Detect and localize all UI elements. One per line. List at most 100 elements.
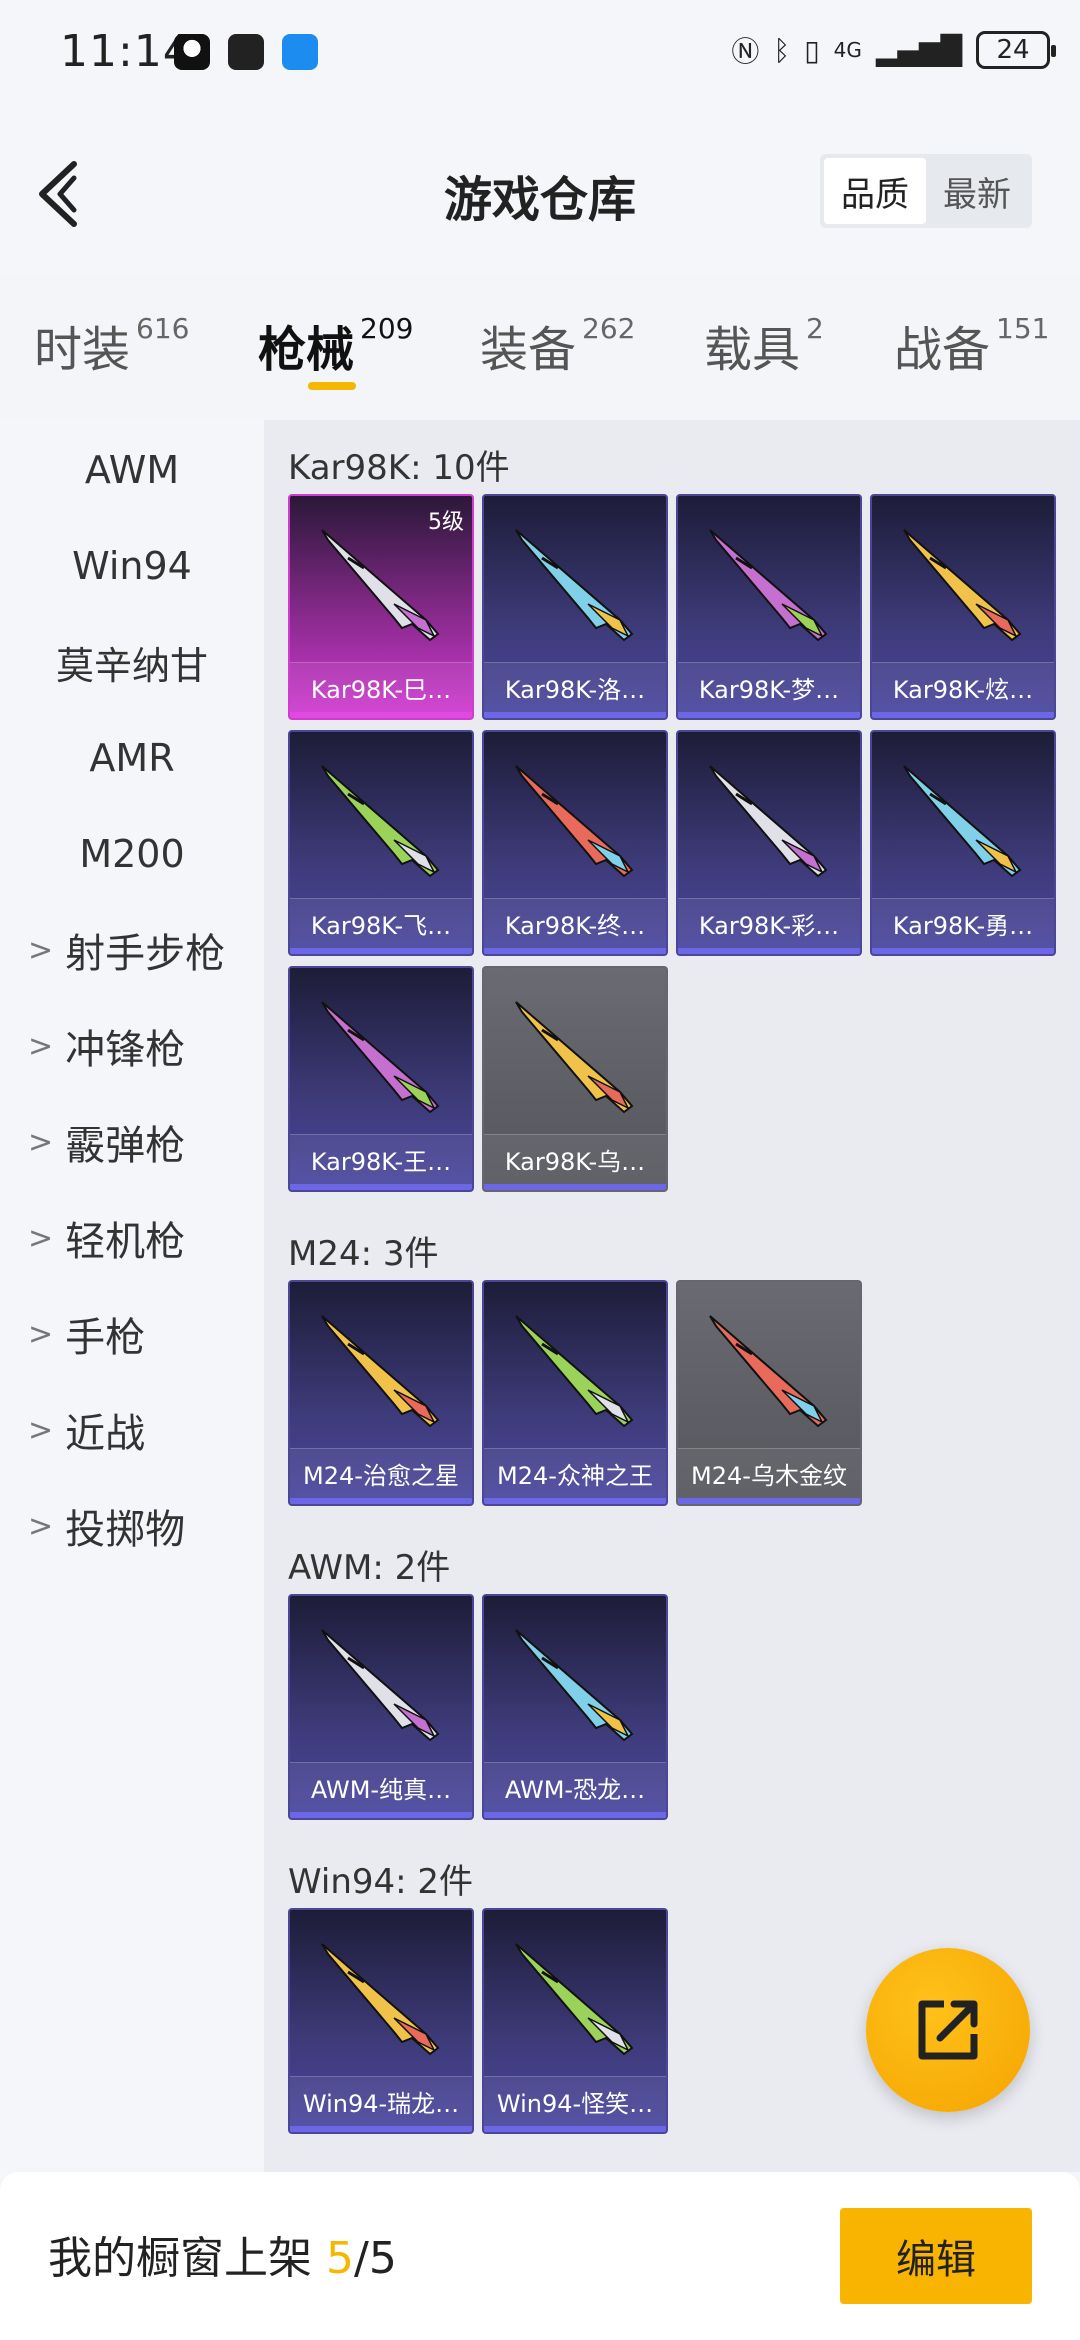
- weapon-name: M24-治愈之星: [290, 1448, 472, 1498]
- sidebar-group-dmr[interactable]: > 射手步枪: [0, 900, 264, 1000]
- weapon-card[interactable]: M24-治愈之星: [288, 1280, 474, 1506]
- header: 游戏仓库 品质 最新: [0, 104, 1080, 274]
- section-title: AWM: 2件: [288, 1548, 451, 1588]
- weapon-card[interactable]: Kar98K-终…: [482, 730, 668, 956]
- showcase-panel: 我的橱窗上架 5/5 编辑: [0, 2172, 1080, 2340]
- rifle-icon: [903, 765, 1022, 878]
- rarity-bar: [484, 2126, 666, 2132]
- sidebar-item-mosin-nagant[interactable]: 莫辛纳甘: [0, 612, 264, 712]
- chevron-right-icon: >: [28, 932, 54, 968]
- weapon-card[interactable]: 5级 Kar98K-巳…: [288, 494, 474, 720]
- showcase-text: 我的橱窗上架: [48, 2233, 312, 2284]
- tab-label: 载具: [704, 322, 801, 378]
- message-notification-icon: [282, 34, 318, 70]
- rifle-icon: [709, 1315, 828, 1428]
- share-icon: [918, 2000, 978, 2060]
- tab-vehicles[interactable]: 载具 2: [704, 310, 824, 380]
- vibrate-icon: ▯: [804, 33, 820, 67]
- share-button[interactable]: [866, 1948, 1030, 2112]
- tab-label: 时装: [34, 322, 131, 378]
- weapon-card[interactable]: Kar98K-王…: [288, 966, 474, 1192]
- rarity-bar: [290, 1498, 472, 1504]
- showcase-total: /5: [354, 2233, 397, 2284]
- rifle-icon: [515, 529, 634, 642]
- tab-fashion[interactable]: 时装 616: [34, 310, 189, 380]
- rifle-icon: [515, 1315, 634, 1428]
- sidebar-group-pistol[interactable]: > 手枪: [0, 1284, 264, 1384]
- weapon-card[interactable]: Win94-怪笑…: [482, 1908, 668, 2134]
- bluetooth-icon: ᛒ: [773, 33, 791, 67]
- tab-firearms[interactable]: 枪械 209: [258, 310, 413, 380]
- weapon-card[interactable]: Kar98K-炫…: [870, 494, 1056, 720]
- weapon-name: AWM-纯真…: [290, 1762, 472, 1812]
- rarity-bar: [678, 712, 860, 718]
- battery-level: 24: [996, 35, 1030, 65]
- tab-supplies[interactable]: 战备 151: [894, 310, 1049, 380]
- tab-label: 战备: [894, 322, 991, 378]
- sidebar-group-label: 近战: [65, 1411, 146, 1457]
- weapon-card[interactable]: Kar98K-乌…: [482, 966, 668, 1192]
- rarity-bar: [484, 948, 666, 954]
- chevron-right-icon: >: [28, 1412, 54, 1448]
- rifle-icon: [321, 529, 440, 642]
- weapon-card[interactable]: Kar98K-洛…: [482, 494, 668, 720]
- rarity-bar: [872, 712, 1054, 718]
- rarity-bar: [678, 948, 860, 954]
- sidebar-group-label: 冲锋枪: [65, 1027, 186, 1073]
- sort-toggle: 品质 最新: [820, 154, 1032, 228]
- sidebar-group-melee[interactable]: > 近战: [0, 1380, 264, 1480]
- weapon-card[interactable]: M24-乌木金纹: [676, 1280, 862, 1506]
- sidebar-item-win94[interactable]: Win94: [0, 516, 264, 616]
- section-title: Win94: 2件: [288, 1862, 474, 1902]
- qq-notification-icon: [174, 34, 210, 70]
- rifle-icon: [515, 1943, 634, 2056]
- nfc-icon: Ⓝ: [731, 35, 760, 68]
- sort-by-quality[interactable]: 品质: [824, 158, 926, 224]
- tab-equipment[interactable]: 装备 262: [480, 310, 635, 380]
- weapon-card[interactable]: M24-众神之王: [482, 1280, 668, 1506]
- status-time: 11:14: [60, 26, 192, 77]
- sidebar-group-label: 手枪: [65, 1315, 146, 1361]
- sidebar-group-throwables[interactable]: > 投掷物: [0, 1476, 264, 1576]
- weapon-card[interactable]: Kar98K-飞…: [288, 730, 474, 956]
- rarity-bar: [872, 948, 1054, 954]
- weapon-name: Kar98K-炫…: [872, 662, 1054, 712]
- weapon-card[interactable]: AWM-恐龙…: [482, 1594, 668, 1820]
- rarity-bar: [484, 1812, 666, 1818]
- weapon-type-sidebar: AWM Win94 莫辛纳甘 AMR M200 > 射手步枪 > 冲锋枪 > 霰…: [0, 420, 264, 2180]
- weapon-name: Kar98K-乌…: [484, 1134, 666, 1184]
- sidebar-group-shotgun[interactable]: > 霰弹枪: [0, 1092, 264, 1192]
- sidebar-item-amr[interactable]: AMR: [0, 708, 264, 808]
- rifle-icon: [321, 1629, 440, 1742]
- rifle-icon: [709, 529, 828, 642]
- weapon-name: Kar98K-巳…: [290, 662, 472, 712]
- weapon-name: Kar98K-梦…: [678, 662, 860, 712]
- tab-label: 装备: [480, 322, 577, 378]
- sidebar-item-m200[interactable]: M200: [0, 804, 264, 904]
- section-title: M24: 3件: [288, 1234, 439, 1274]
- sidebar-group-lmg[interactable]: > 轻机枪: [0, 1188, 264, 1288]
- edit-button[interactable]: 编辑: [840, 2208, 1032, 2304]
- rifle-icon: [515, 1629, 634, 1742]
- tab-count: 151: [996, 312, 1050, 345]
- weapon-name: M24-乌木金纹: [678, 1448, 860, 1498]
- sidebar-item-awm[interactable]: AWM: [0, 420, 264, 520]
- sidebar-group-label: 轻机枪: [65, 1219, 186, 1265]
- weapon-card[interactable]: Kar98K-梦…: [676, 494, 862, 720]
- weapon-card[interactable]: Kar98K-勇…: [870, 730, 1056, 956]
- tab-count: 262: [582, 312, 636, 345]
- weapon-card[interactable]: Win94-瑞龙…: [288, 1908, 474, 2134]
- chevron-right-icon: >: [28, 1220, 54, 1256]
- category-tabs: 时装 616 枪械 209 装备 262 载具 2 战备 151: [0, 300, 1080, 410]
- sidebar-group-label: 射手步枪: [65, 931, 226, 977]
- weapon-card[interactable]: Kar98K-彩…: [676, 730, 862, 956]
- weapon-name: Kar98K-勇…: [872, 898, 1054, 948]
- active-tab-indicator: [308, 382, 356, 390]
- weapon-card[interactable]: AWM-纯真…: [288, 1594, 474, 1820]
- rifle-icon: [321, 1001, 440, 1114]
- rarity-bar: [290, 1812, 472, 1818]
- notification-icons: [174, 34, 318, 70]
- section-title: Kar98K: 10件: [288, 448, 510, 488]
- sort-by-newest[interactable]: 最新: [926, 158, 1028, 224]
- sidebar-group-smg[interactable]: > 冲锋枪: [0, 996, 264, 1096]
